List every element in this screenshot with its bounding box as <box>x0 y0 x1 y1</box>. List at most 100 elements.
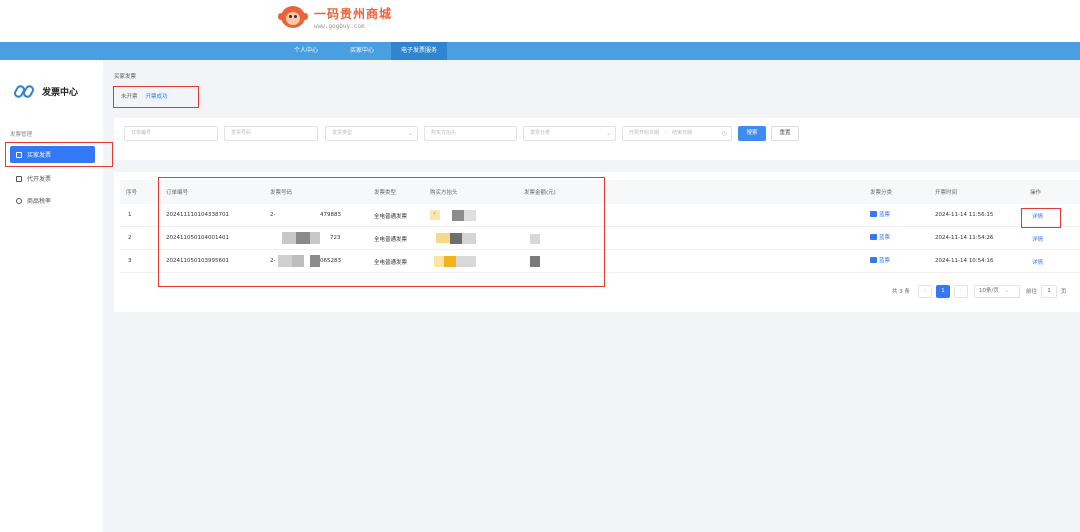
chevron-down-icon: ⌄ <box>407 130 413 137</box>
date-range-picker[interactable]: 开票开始日期 - 结束日期 ◷ <box>622 126 732 141</box>
order-no-input[interactable]: 订单编号 <box>124 126 218 141</box>
row-invoice-type: 全电普通发票 <box>374 260 408 266</box>
nav-item-buyer-center[interactable]: 买家中心 <box>340 42 384 60</box>
chevron-down-icon: ⌄ <box>605 130 611 137</box>
monkey-logo-icon <box>278 4 308 30</box>
row-time: 2024-11-14 11:54:26 <box>935 235 994 241</box>
row-invoice-type: 全电普通发票 <box>374 237 408 243</box>
calendar-icon: ◷ <box>721 130 727 137</box>
table-row: 1 202411110104338701 2- 479883 全电普通发票 * … <box>120 204 1080 227</box>
row-order-no: 202411050103995601 <box>166 258 229 264</box>
pagination-total: 共 3 条 <box>892 289 910 295</box>
th-order-no: 订单编号 <box>166 190 189 196</box>
row-detail-link[interactable]: 详情 <box>1032 258 1043 266</box>
redacted-buyer <box>464 210 476 221</box>
invoice-no-input[interactable]: 发票号码 <box>224 126 318 141</box>
row-time: 2024-11-14 11:56:15 <box>935 212 994 218</box>
goto-page-input[interactable]: 1 <box>1041 284 1058 298</box>
row-category: 蓝票 <box>879 212 891 218</box>
table-row: 2 202411050104001401 723 全电普通发票 蓝票 2024-… <box>120 227 1080 250</box>
logo-url: www.gogbuy.com <box>314 22 365 30</box>
invoice-type-placeholder: 发票类型 <box>332 130 353 136</box>
page-size-value: 10条/页 <box>979 287 999 294</box>
sidebar: 发票中心 发票管理 买家发票 代开发票 商品税率 <box>0 60 103 532</box>
breadcrumb: 买家发票 <box>114 74 137 80</box>
pagination: 共 3 条 ‹ 1 › 10条/页 ⌄ 前往 1 页 <box>892 284 1067 298</box>
sidebar-item-tax-rate[interactable]: 商品税率 <box>10 192 95 209</box>
reset-button[interactable]: 重置 <box>771 126 799 141</box>
site-logo[interactable]: 一码贵州商城 www.gogbuy.com <box>278 4 392 30</box>
row-category-tag: 蓝票 <box>870 256 890 264</box>
chevron-down-icon: ⌄ <box>1004 287 1010 294</box>
file-icon <box>16 175 22 182</box>
row-time: 2024-11-14 10:54:16 <box>935 258 994 264</box>
row-buyer-mark: * <box>433 212 436 218</box>
row-detail-link[interactable]: 详情 <box>1032 235 1043 243</box>
row-invoice-no-prefix: 2- <box>270 212 276 218</box>
row-category-tag: 蓝票 <box>870 210 890 218</box>
end-date-placeholder: 结束日期 <box>672 130 693 136</box>
th-invoice-time: 开票时间 <box>935 190 958 196</box>
redacted-invoice-no <box>278 255 292 267</box>
nav-item-e-invoice-service[interactable]: 电子发票服务 <box>391 42 447 60</box>
redacted-invoice-no <box>310 255 320 267</box>
redacted-buyer <box>462 233 476 244</box>
redacted-amount <box>530 234 540 244</box>
row-order-no: 202411050104001401 <box>166 235 229 241</box>
invoice-category-select[interactable]: 发票分类 ⌄ <box>523 126 616 141</box>
row-category-tag: 蓝票 <box>870 233 890 241</box>
page-size-select[interactable]: 10条/页 ⌄ <box>974 284 1020 298</box>
th-invoice-amount: 发票金额(元) <box>524 190 556 196</box>
th-invoice-category: 发票分类 <box>870 190 893 196</box>
redacted-amount <box>530 256 540 267</box>
date-separator: - <box>664 130 667 136</box>
buyer-title-input[interactable]: 购买方抬头 <box>424 126 517 141</box>
search-button[interactable]: 搜索 <box>738 126 766 141</box>
row-invoice-no-prefix: 2- <box>270 258 276 264</box>
redacted-buyer <box>456 256 476 267</box>
th-index: 序号 <box>126 190 138 196</box>
next-page-button[interactable]: › <box>954 284 968 298</box>
redacted-invoice-no <box>292 255 304 267</box>
page-1-button[interactable]: 1 <box>936 284 950 298</box>
row-detail-link[interactable]: 详情 <box>1032 212 1043 220</box>
invoice-table: 序号 订单编号 发票号码 发票类型 购买方抬头 发票金额(元) 发票分类 开票时… <box>114 172 1080 312</box>
sidebar-item-buyer-invoice[interactable]: 买家发票 <box>10 146 95 163</box>
redacted-buyer <box>444 256 456 267</box>
tab-not-invoiced[interactable]: 未开票 <box>117 90 142 102</box>
row-invoice-type: 全电普通发票 <box>374 214 408 220</box>
tag-icon <box>870 257 877 263</box>
document-icon <box>16 151 22 158</box>
redacted-invoice-no <box>296 232 310 244</box>
row-index: 2 <box>128 235 132 241</box>
row-category: 蓝票 <box>879 235 891 241</box>
table-header: 序号 订单编号 发票号码 发票类型 购买方抬头 发票金额(元) 发票分类 开票时… <box>120 180 1080 204</box>
logo-title: 一码贵州商城 <box>314 6 393 21</box>
invoice-status-tabs: 未开票 开票成功 <box>117 90 172 102</box>
settings-icon <box>16 197 22 204</box>
row-category: 蓝票 <box>879 258 891 264</box>
row-invoice-no-suffix: 479883 <box>320 212 341 218</box>
goto-suffix: 页 <box>1061 289 1067 295</box>
sidebar-item-proxy-invoice[interactable]: 代开发票 <box>10 170 95 187</box>
prev-page-button[interactable]: ‹ <box>918 284 932 298</box>
tag-icon <box>870 234 877 240</box>
invoice-center-icon <box>12 83 37 100</box>
redacted-buyer <box>436 233 450 243</box>
table-row: 3 202411050103995601 2- 065283 全电普通发票 蓝票… <box>120 250 1080 273</box>
row-invoice-no-suffix: 065283 <box>320 258 341 264</box>
row-index: 1 <box>128 212 132 218</box>
invoice-type-select[interactable]: 发票类型 ⌄ <box>325 126 418 141</box>
tab-invoiced-success[interactable]: 开票成功 <box>141 90 172 102</box>
tag-icon <box>870 211 877 217</box>
goto-label: 前往 <box>1026 289 1038 295</box>
filter-bar: 订单编号 发票号码 发票类型 ⌄ 购买方抬头 发票分类 ⌄ 开票开始日期 - 结… <box>114 118 1080 160</box>
th-invoice-type: 发票类型 <box>374 190 397 196</box>
th-action: 操作 <box>1030 190 1042 196</box>
th-invoice-no: 发票号码 <box>270 190 293 196</box>
site-header: 一码贵州商城 www.gogbuy.com <box>0 0 1080 42</box>
redacted-invoice-no <box>310 232 320 244</box>
invoice-category-placeholder: 发票分类 <box>530 130 551 136</box>
sidebar-item-label: 代开发票 <box>27 176 52 183</box>
nav-item-personal-center[interactable]: 个人中心 <box>284 42 328 60</box>
